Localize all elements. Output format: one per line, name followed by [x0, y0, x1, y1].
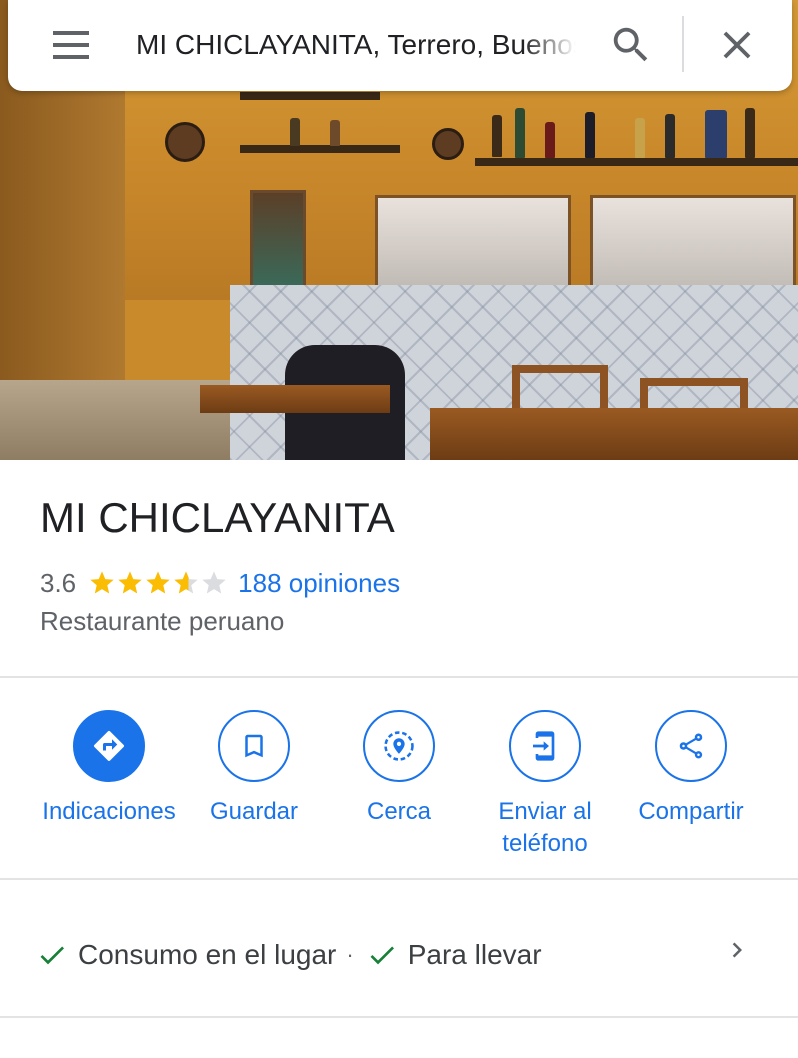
- dine-in-label: Consumo en el lugar: [78, 939, 337, 970]
- place-title: MI CHICLAYANITA: [40, 494, 395, 541]
- photo-shelf-3: [240, 92, 380, 100]
- service-options[interactable]: Consumo en el lugar · Para llevar: [36, 930, 542, 980]
- photo-bottle: [515, 108, 525, 158]
- send-to-phone-label-line2: teléfono: [502, 830, 588, 857]
- photo-decor-plate: [165, 122, 205, 162]
- star-icon: [146, 571, 170, 594]
- service-separator: ·: [346, 942, 354, 967]
- photo-bottle: [745, 108, 755, 158]
- directions-button[interactable]: Indicaciones: [34, 710, 184, 828]
- save-button[interactable]: Guardar: [179, 710, 329, 828]
- photo-shelf-1: [240, 145, 400, 153]
- search-icon: [613, 27, 648, 62]
- share-icon: [679, 733, 703, 759]
- save-label: Guardar: [209, 798, 299, 825]
- search-divider: [682, 16, 684, 72]
- nearby-label: Cerca: [366, 798, 432, 825]
- divider: [0, 676, 798, 678]
- photo-table-left: [200, 385, 390, 413]
- takeout-label: Para llevar: [407, 939, 542, 970]
- photo-bottle: [705, 110, 727, 158]
- save-circle: [218, 710, 290, 782]
- send-to-phone-label: Enviar al teléfono: [470, 796, 620, 860]
- close-button[interactable]: [714, 22, 760, 68]
- divider: [0, 878, 798, 880]
- directions-label: Indicaciones: [42, 798, 176, 825]
- photo-table-right: [430, 408, 798, 460]
- check-icon: [370, 946, 394, 965]
- photo-bottle: [330, 120, 340, 146]
- share-button[interactable]: Compartir: [616, 710, 766, 828]
- share-circle: [655, 710, 727, 782]
- star-icon: [118, 571, 142, 594]
- photo-bottle: [665, 114, 675, 158]
- divider: [0, 1016, 798, 1018]
- photo-religious-picture: [250, 190, 306, 291]
- services-expand-button[interactable]: [722, 932, 752, 968]
- nearby-button[interactable]: Cerca: [324, 710, 474, 828]
- search-input[interactable]: MI CHICLAYANITA, Terrero, Buenos Aires: [136, 26, 576, 64]
- star-icon: [202, 571, 226, 594]
- photo-bottle: [290, 118, 300, 146]
- star-icon: [174, 571, 198, 594]
- directions-icon: [94, 730, 125, 761]
- rating-row: 3.6 188 opiniones: [40, 564, 400, 602]
- send-to-phone-button[interactable]: Enviar al teléfono: [470, 710, 620, 860]
- share-label: Compartir: [638, 798, 744, 825]
- reviews-link[interactable]: 188 opiniones: [238, 568, 400, 599]
- place-category[interactable]: Restaurante peruano: [40, 606, 284, 637]
- search-button[interactable]: [608, 22, 654, 68]
- photo-bottle: [492, 115, 502, 157]
- rating-value: 3.6: [40, 567, 77, 598]
- send-to-phone-icon: [533, 731, 555, 761]
- directions-circle: [73, 710, 145, 782]
- photo-bottle: [545, 122, 555, 158]
- photo-bottle: [635, 118, 645, 158]
- photo-floor: [0, 380, 230, 460]
- chevron-right-icon: [732, 942, 742, 958]
- search-bar: MI CHICLAYANITA, Terrero, Buenos Aires: [8, 0, 792, 91]
- check-icon: [40, 946, 64, 965]
- photo-shelf-2: [475, 158, 798, 166]
- send-to-phone-label-line1: Enviar al: [498, 798, 592, 825]
- bookmark-icon: [245, 734, 263, 758]
- photo-decor-plate: [432, 128, 464, 160]
- close-icon: [723, 31, 751, 59]
- star-icon: [90, 571, 114, 594]
- photo-bottle: [585, 112, 595, 158]
- star-rating: [88, 569, 228, 597]
- send-to-phone-circle: [509, 710, 581, 782]
- nearby-icon: [384, 731, 414, 761]
- menu-button[interactable]: [48, 26, 94, 64]
- nearby-circle: [363, 710, 435, 782]
